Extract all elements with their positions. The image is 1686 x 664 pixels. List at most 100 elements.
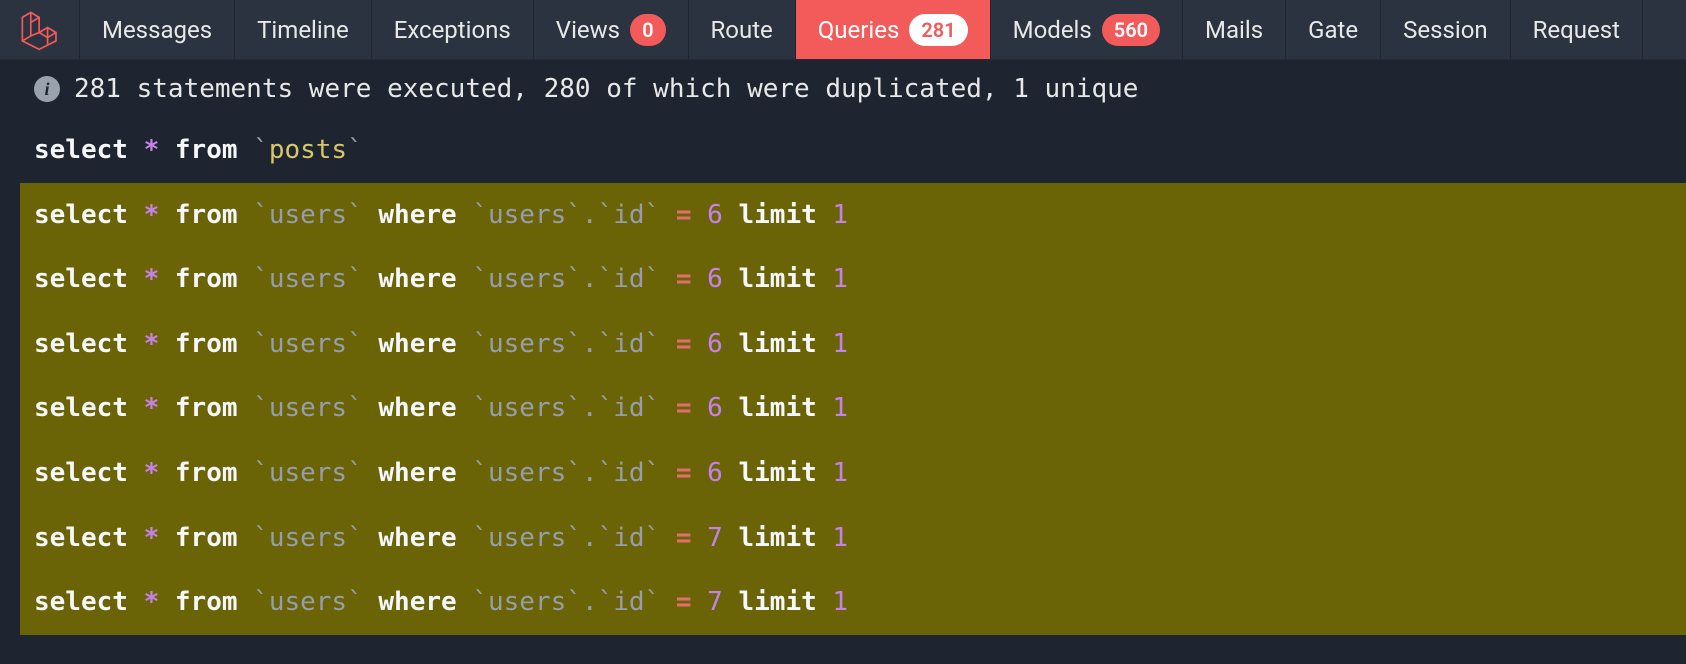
sql-token: limit [723, 523, 833, 553]
sql-token: id [613, 523, 644, 553]
tab-exceptions[interactable]: Exceptions [372, 0, 534, 59]
query-row[interactable]: select * from `posts` [20, 118, 1686, 183]
sql-token [692, 458, 708, 488]
query-row[interactable]: select * from `users` where `users`.`id`… [20, 183, 1686, 248]
sql-token [692, 200, 708, 230]
sql-token: users [488, 458, 566, 488]
sql-token [692, 523, 708, 553]
sql-token: from [159, 458, 253, 488]
sql-token: = [676, 523, 692, 553]
sql-token: . [582, 200, 598, 230]
tab-queries[interactable]: Queries 281 [796, 0, 991, 59]
tab-label: Exceptions [394, 16, 511, 44]
query-row[interactable]: select * from `users` where `users`.`id`… [20, 376, 1686, 441]
sql-token [660, 264, 676, 294]
sql-token: from [159, 523, 253, 553]
sql-token: id [613, 393, 644, 423]
tab-request[interactable]: Request [1511, 0, 1643, 59]
sql-token: = [676, 393, 692, 423]
sql-token: id [613, 264, 644, 294]
sql-token: = [676, 587, 692, 617]
tab-label: Queries [818, 16, 900, 44]
tab-views[interactable]: Views 0 [534, 0, 689, 59]
sql-token: 6 [707, 393, 723, 423]
sql-token: . [582, 458, 598, 488]
query-row[interactable]: select * from `users` where `users`.`id`… [20, 312, 1686, 377]
tab-mails[interactable]: Mails [1183, 0, 1286, 59]
sql-token: ` [253, 329, 269, 359]
sql-token: where [363, 458, 473, 488]
sql-token: ` [598, 523, 614, 553]
sql-token: ` [598, 200, 614, 230]
sql-token: * [144, 329, 160, 359]
query-row[interactable]: select * from `users` where `users`.`id`… [20, 506, 1686, 571]
query-row[interactable]: select * from `users` where `users`.`id`… [20, 570, 1686, 635]
sql-token: ` [472, 458, 488, 488]
sql-token [660, 587, 676, 617]
sql-token [692, 264, 708, 294]
sql-token: * [144, 264, 160, 294]
sql-token: ` [566, 587, 582, 617]
sql-token: select [34, 393, 144, 423]
tab-badge: 0 [630, 14, 665, 46]
tab-label: Messages [102, 16, 212, 44]
sql-token: where [363, 523, 473, 553]
sql-token: limit [723, 587, 833, 617]
sql-token [692, 393, 708, 423]
sql-token: ` [598, 393, 614, 423]
sql-token [660, 458, 676, 488]
sql-token: 6 [707, 200, 723, 230]
tab-bar: Messages Timeline Exceptions Views 0 Rou… [0, 0, 1686, 60]
sql-token: ` [472, 523, 488, 553]
sql-token: ` [645, 458, 661, 488]
tab-gate[interactable]: Gate [1286, 0, 1381, 59]
sql-token: limit [723, 264, 833, 294]
sql-token: . [582, 587, 598, 617]
sql-token: ` [645, 329, 661, 359]
sql-token: ` [566, 264, 582, 294]
tab-session[interactable]: Session [1381, 0, 1511, 59]
sql-token: where [363, 393, 473, 423]
sql-token: 6 [707, 264, 723, 294]
sql-token: = [676, 329, 692, 359]
sql-token: ` [566, 458, 582, 488]
sql-token: select [34, 200, 144, 230]
tab-models[interactable]: Models 560 [991, 0, 1183, 59]
sql-token: where [363, 264, 473, 294]
sql-token: . [582, 523, 598, 553]
laravel-logo-icon[interactable] [0, 0, 80, 59]
sql-token: from [159, 587, 253, 617]
sql-token: ` [598, 587, 614, 617]
query-row[interactable]: select * from `users` where `users`.`id`… [20, 247, 1686, 312]
tab-badge: 281 [909, 14, 967, 46]
sql-token: 1 [832, 200, 848, 230]
tab-messages[interactable]: Messages [80, 0, 235, 59]
sql-token: ` [645, 393, 661, 423]
sql-token: where [363, 587, 473, 617]
sql-token: 1 [832, 329, 848, 359]
tab-route[interactable]: Route [689, 0, 796, 59]
sql-token: users [488, 264, 566, 294]
sql-token: users [269, 523, 347, 553]
sql-token: ` [347, 523, 363, 553]
sql-token: users [488, 329, 566, 359]
sql-token: ` [598, 458, 614, 488]
sql-token: . [582, 264, 598, 294]
sql-token: users [269, 587, 347, 617]
sql-token: select [34, 587, 144, 617]
sql-token: ` [645, 587, 661, 617]
sql-token: from [159, 200, 253, 230]
query-row[interactable]: select * from `users` where `users`.`id`… [20, 441, 1686, 506]
query-summary-text: 281 statements were executed, 280 of whi… [74, 74, 1138, 104]
sql-token: posts [269, 135, 347, 165]
sql-token: ` [566, 200, 582, 230]
tab-timeline[interactable]: Timeline [235, 0, 372, 59]
sql-token: 1 [832, 587, 848, 617]
sql-token: where [363, 200, 473, 230]
tab-label: Route [711, 16, 773, 44]
sql-token: users [488, 523, 566, 553]
sql-token: id [613, 587, 644, 617]
sql-token: ` [253, 393, 269, 423]
sql-token: ` [347, 587, 363, 617]
sql-token: from [159, 329, 253, 359]
